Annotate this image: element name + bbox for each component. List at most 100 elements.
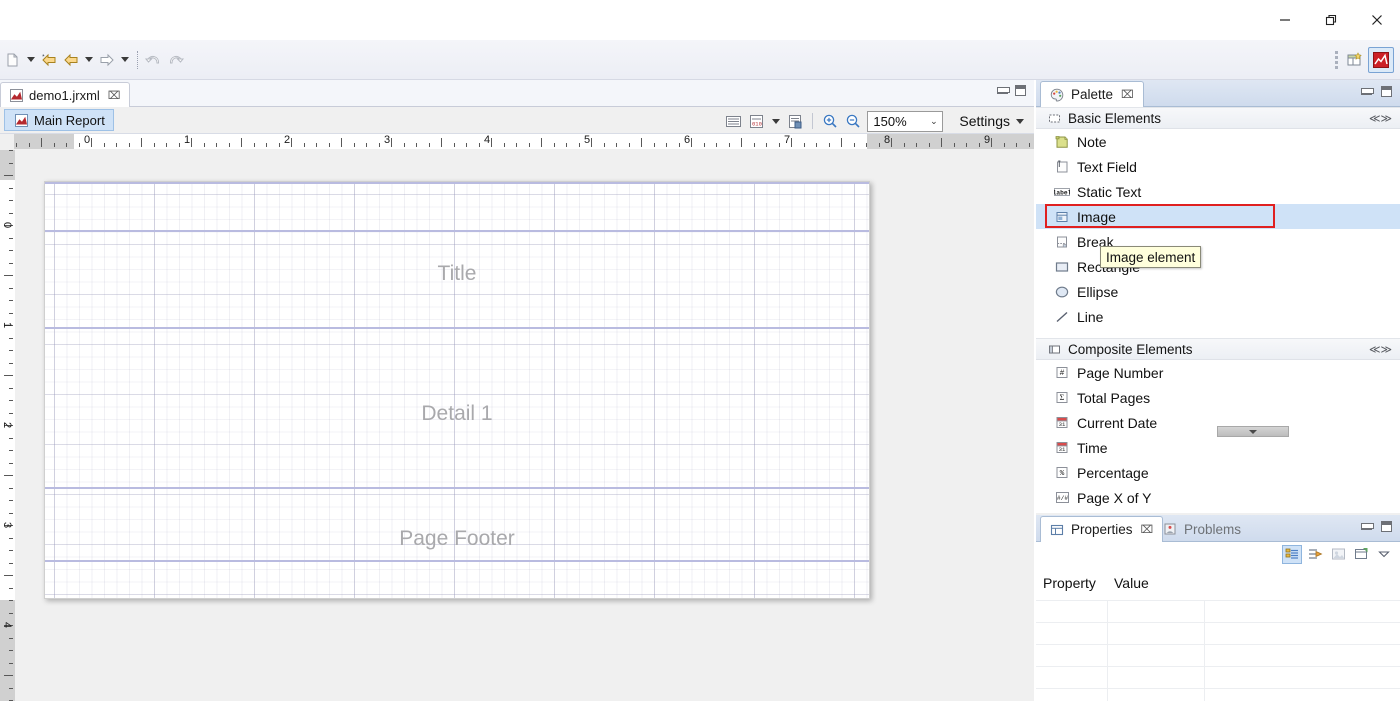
palette-item-image[interactable]: Image — [1036, 204, 1400, 229]
ruler-tick — [641, 138, 642, 147]
editor-tab-demo1[interactable]: demo1.jrxml ⌧ — [0, 82, 131, 107]
report-design-canvas[interactable]: Title Detail 1 Page Footer — [15, 150, 1034, 701]
table-cell[interactable] — [1108, 645, 1205, 666]
table-cell[interactable] — [1205, 645, 1400, 666]
settings-button[interactable]: Settings — [955, 110, 1028, 132]
tab-palette[interactable]: Palette ⌧ — [1040, 81, 1144, 107]
table-cell[interactable] — [1205, 689, 1400, 701]
palette-item-page-number[interactable]: # Page Number — [1036, 360, 1400, 385]
table-cell[interactable] — [1036, 623, 1108, 644]
ruler-tick — [253, 143, 255, 147]
table-cell[interactable] — [1036, 667, 1108, 688]
back-dropdown-caret[interactable] — [82, 48, 96, 72]
table-cell[interactable] — [1205, 667, 1400, 688]
table-row[interactable] — [1036, 666, 1400, 688]
ruler-tick — [228, 143, 230, 147]
palette-item-text-field[interactable]: Text Field — [1036, 154, 1400, 179]
bands-icon[interactable] — [723, 110, 744, 132]
palette-item-static-text[interactable]: label Static Text — [1036, 179, 1400, 204]
band-separator-footer-end[interactable] — [45, 560, 869, 562]
horizontal-ruler[interactable]: 0 1 2 3 4 5 6 7 8 9 — [14, 134, 1034, 149]
report-page[interactable]: Title Detail 1 Page Footer — [44, 181, 870, 599]
open-perspective-icon[interactable] — [1342, 47, 1368, 73]
close-icon[interactable]: ⌧ — [1121, 88, 1134, 101]
palette-item-current-date[interactable]: 31 Current Date — [1036, 410, 1400, 435]
settings-caret-icon[interactable] — [1016, 118, 1024, 124]
collapse-group-icon[interactable]: ≪≫ — [1369, 343, 1392, 356]
chevron-down-icon[interactable]: ⌄ — [925, 116, 942, 127]
compile-icon[interactable] — [785, 110, 806, 132]
table-cell[interactable] — [1108, 623, 1205, 644]
restore-window-button[interactable] — [1308, 0, 1354, 40]
table-row[interactable] — [1036, 600, 1400, 622]
table-row[interactable] — [1036, 622, 1400, 644]
palette-item-break[interactable]: Break — [1036, 229, 1400, 254]
palette-group-basic-elements[interactable]: Basic Elements ≪≫ — [1036, 107, 1400, 129]
close-window-button[interactable] — [1354, 0, 1400, 40]
zoom-in-icon[interactable] — [819, 110, 840, 132]
next-arrow-icon[interactable] — [96, 48, 118, 72]
table-cell[interactable] — [1108, 601, 1205, 622]
problems-tab-label: Problems — [1184, 521, 1242, 537]
data-preview-icon[interactable]: 010 — [746, 110, 767, 132]
report-perspective-icon[interactable] — [1368, 46, 1394, 73]
chevron-down-icon[interactable] — [1374, 545, 1394, 564]
palette-group-composite-elements[interactable]: Composite Elements ≪≫ — [1036, 338, 1400, 360]
maximize-icon[interactable] — [1381, 521, 1392, 532]
maximize-icon[interactable] — [1015, 85, 1026, 96]
back-arrow-icon[interactable] — [38, 48, 60, 72]
minimize-window-button[interactable] — [1262, 0, 1308, 40]
vertical-ruler[interactable]: 0 1 2 3 4 — [0, 150, 15, 701]
table-cell[interactable] — [1108, 667, 1205, 688]
zoom-level-combo[interactable]: 150% ⌄ — [867, 110, 944, 132]
ruler-tick — [941, 138, 942, 147]
tab-problems[interactable]: Problems — [1154, 516, 1250, 542]
palette-item-ellipse[interactable]: Ellipse — [1036, 279, 1400, 304]
close-icon[interactable]: ⌧ — [108, 89, 121, 102]
table-row[interactable] — [1036, 644, 1400, 666]
table-row[interactable] — [1036, 688, 1400, 701]
palette-item-percentage[interactable]: % Percentage — [1036, 460, 1400, 485]
forward-arrow-icon[interactable] — [60, 48, 82, 72]
minimize-icon[interactable] — [1361, 521, 1374, 530]
palette-item-line[interactable]: Line — [1036, 304, 1400, 329]
toolbar-drag-handle[interactable] — [1335, 50, 1338, 69]
properties-table[interactable]: Property Value — [1036, 566, 1400, 701]
band-separator-title-end[interactable] — [45, 327, 869, 329]
undo-icon[interactable] — [143, 48, 165, 72]
maximize-icon[interactable] — [1381, 86, 1392, 97]
categories-icon[interactable] — [1282, 544, 1302, 564]
palette-item-note[interactable]: Note — [1036, 129, 1400, 154]
zoom-out-icon[interactable] — [842, 110, 863, 132]
table-cell[interactable] — [1205, 623, 1400, 644]
subtab-main-report[interactable]: Main Report — [4, 109, 114, 131]
restore-defaults-icon[interactable] — [1328, 545, 1348, 564]
band-separator-detail-end[interactable] — [45, 487, 869, 489]
palette-item-time[interactable]: 31 Time — [1036, 435, 1400, 460]
new-dropdown-caret[interactable] — [24, 48, 38, 72]
minimize-icon[interactable] — [997, 85, 1010, 94]
palette-item-total-pages[interactable]: Σ Total Pages — [1036, 385, 1400, 410]
report-icon — [13, 112, 29, 128]
redo-icon[interactable] — [165, 48, 187, 72]
table-cell[interactable] — [1036, 601, 1108, 622]
palette-item-rectangle[interactable]: Rectangle — [1036, 254, 1400, 279]
tab-properties[interactable]: Properties ⌧ — [1040, 516, 1164, 542]
forward-dropdown-caret[interactable] — [118, 48, 132, 72]
band-separator-title-start[interactable] — [45, 230, 869, 232]
palette-body[interactable]: Basic Elements ≪≫ Note Text Field label … — [1036, 107, 1400, 513]
new-icon[interactable] — [2, 48, 24, 72]
table-cell[interactable] — [1205, 601, 1400, 622]
advanced-icon[interactable] — [1305, 545, 1325, 564]
table-cell[interactable] — [1036, 689, 1108, 701]
table-cell[interactable] — [1036, 645, 1108, 666]
ruler-label: 0 — [1, 221, 13, 229]
minimize-icon[interactable] — [1361, 86, 1374, 95]
data-preview-caret[interactable] — [769, 109, 783, 133]
collapse-group-icon[interactable]: ≪≫ — [1369, 112, 1392, 125]
close-icon[interactable]: ⌧ — [1141, 523, 1154, 536]
palette-item-page-x-of-y[interactable]: #/# Page X of Y — [1036, 485, 1400, 510]
new-tab-icon[interactable] — [1351, 545, 1371, 564]
band-separator-top[interactable] — [45, 182, 869, 184]
table-cell[interactable] — [1108, 689, 1205, 701]
